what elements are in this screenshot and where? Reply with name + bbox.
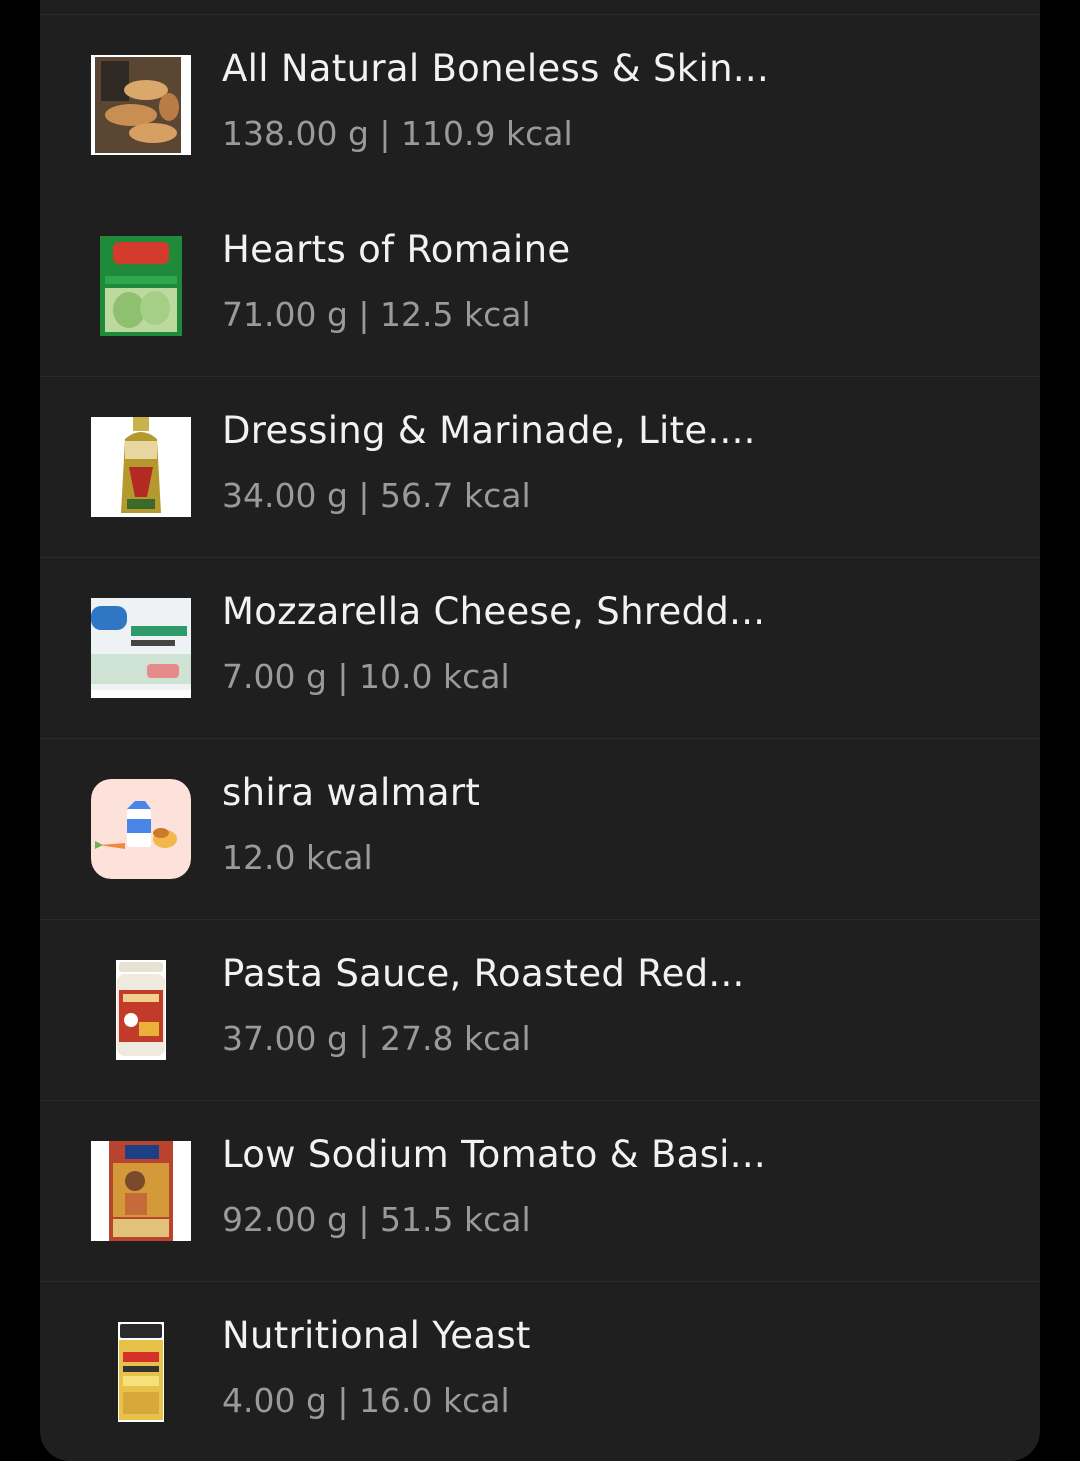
food-item-name: Low Sodium Tomato & Basi... <box>222 1133 766 1176</box>
food-item-detail: 4.00 g | 16.0 kcal <box>222 1381 510 1420</box>
food-item-name: All Natural Boneless & Skin... <box>222 47 769 90</box>
chicken-package-icon <box>91 55 191 155</box>
food-item-detail: 71.00 g | 12.5 kcal <box>222 295 531 334</box>
food-item-name: Pasta Sauce, Roasted Red... <box>222 952 745 995</box>
romaine-bag-icon <box>91 236 191 336</box>
food-log-card: All Natural Boneless & Skin... 138.00 g … <box>40 0 1040 1461</box>
food-item-row[interactable]: Dressing & Marinade, Lite.... 34.00 g | … <box>40 377 1040 558</box>
food-item-detail: 12.0 kcal <box>222 838 373 877</box>
nutritional-yeast-shaker-icon <box>91 1322 191 1422</box>
pasta-sauce-jar-icon <box>91 960 191 1060</box>
custom-food-icon <box>91 779 191 879</box>
food-item-name: Dressing & Marinade, Lite.... <box>222 409 756 452</box>
food-item-name: Nutritional Yeast <box>222 1314 531 1357</box>
mozzarella-bag-icon <box>91 598 191 698</box>
tomato-basil-jar-icon <box>91 1141 191 1241</box>
food-item-detail: 92.00 g | 51.5 kcal <box>222 1200 531 1239</box>
food-item-row[interactable]: All Natural Boneless & Skin... 138.00 g … <box>40 15 1040 196</box>
food-item-name: Mozzarella Cheese, Shredd... <box>222 590 766 633</box>
food-item-row[interactable]: Mozzarella Cheese, Shredd... 7.00 g | 10… <box>40 558 1040 739</box>
food-item-row[interactable]: Hearts of Romaine 71.00 g | 12.5 kcal <box>40 196 1040 377</box>
food-item-row[interactable]: Nutritional Yeast 4.00 g | 16.0 kcal <box>40 1282 1040 1461</box>
food-item-row[interactable]: shira walmart 12.0 kcal <box>40 739 1040 920</box>
food-item-detail: 7.00 g | 10.0 kcal <box>222 657 510 696</box>
food-item-row[interactable]: Pasta Sauce, Roasted Red... 37.00 g | 27… <box>40 920 1040 1101</box>
food-item-detail: 138.00 g | 110.9 kcal <box>222 114 573 153</box>
food-item-name: shira walmart <box>222 771 481 814</box>
food-item-detail: 37.00 g | 27.8 kcal <box>222 1019 531 1058</box>
food-item-name: Hearts of Romaine <box>222 228 571 271</box>
dressing-bottle-icon <box>91 417 191 517</box>
food-item-detail: 34.00 g | 56.7 kcal <box>222 476 531 515</box>
food-item-row[interactable]: Low Sodium Tomato & Basi... 92.00 g | 51… <box>40 1101 1040 1282</box>
